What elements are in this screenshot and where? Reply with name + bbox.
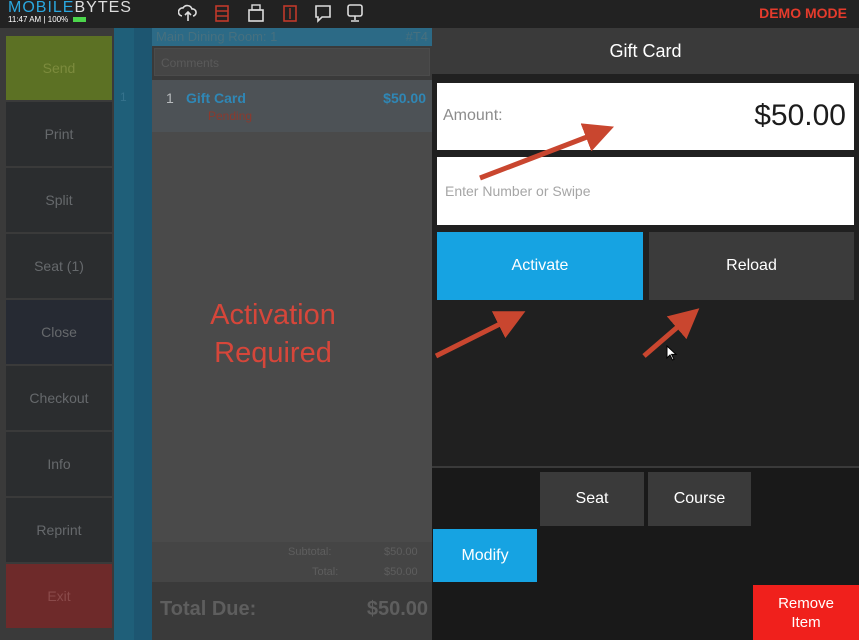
amount-value: $50.00 [754,99,846,132]
ticket-title: Main Dining Room: 1 [156,29,278,44]
top-status-bar: MOBILEBYTES 11:47 AM | 100% DEMO MODE [0,0,859,28]
clock: 11:47 AM [8,15,42,24]
brand-logo: MOBILEBYTES [8,0,132,16]
divider [432,466,859,468]
close-button[interactable]: Close [6,300,112,364]
subtotal-label: Subtotal: [288,546,332,558]
server-icon[interactable] [212,2,232,24]
brand-logo-part2: BYTES [74,0,132,16]
activation-required-annotation: Activation Required [178,296,368,372]
brand-logo-part1: MOBILE [8,0,75,16]
remove-item-label-1: Remove [778,594,834,612]
battery-percent: 100% [47,15,69,24]
seat-button[interactable]: Seat (1) [6,234,112,298]
demo-mode-badge: DEMO MODE [759,5,847,21]
cloud-upload-icon[interactable] [177,2,198,24]
seat-number: 1 [120,90,127,104]
seat-column-inner [134,28,152,640]
exit-button[interactable]: Exit [6,564,112,628]
remove-item-button[interactable]: Remove Item [753,585,859,640]
annotation-line-2: Required [214,337,332,369]
split-button[interactable]: Split [6,168,112,232]
subtotal-value: $50.00 [384,546,418,558]
reload-button[interactable]: Reload [649,232,854,300]
ticket-header: Main Dining Room: 1 #T4 [152,28,432,46]
battery-icon [73,17,87,23]
seat-column [114,28,134,640]
seat-action-button[interactable]: Seat [540,472,644,526]
modify-button[interactable]: Modify [433,529,537,582]
info-button[interactable]: Info [6,432,112,496]
total-value: $50.00 [384,566,418,578]
amount-display: Amount: $50.00 [437,83,854,150]
checkout-button[interactable]: Checkout [6,366,112,430]
chat-icon[interactable] [313,2,333,24]
total-due-value: $50.00 [366,598,428,620]
item-name: Gift Card [186,90,246,106]
display-icon[interactable] [345,2,365,24]
course-button[interactable]: Course [648,472,751,526]
kitchen-printer-icon[interactable] [280,2,300,24]
device-status: 11:47 AM | 100% [8,15,87,24]
gift-card-title: Gift Card [432,28,859,74]
card-number-input[interactable] [437,157,854,225]
annotation-line-1: Activation [210,299,336,331]
item-status: Pending [208,109,253,123]
print-button[interactable]: Print [6,102,112,166]
comments-field[interactable]: Comments [154,48,430,76]
send-button[interactable]: Send [6,36,112,100]
mouse-cursor-icon [666,345,678,361]
ticket-item-row[interactable] [152,80,432,132]
item-quantity: 1 [166,90,174,106]
reprint-button[interactable]: Reprint [6,498,112,562]
printer-icon[interactable] [246,2,266,24]
ticket-number: #T4 [405,29,428,44]
total-due-label: Total Due: [160,598,257,620]
remove-item-label-2: Item [791,613,821,631]
total-label: Total: [312,566,339,578]
activate-button[interactable]: Activate [437,232,643,300]
item-price: $50.00 [383,90,426,106]
amount-label: Amount: [443,107,503,124]
